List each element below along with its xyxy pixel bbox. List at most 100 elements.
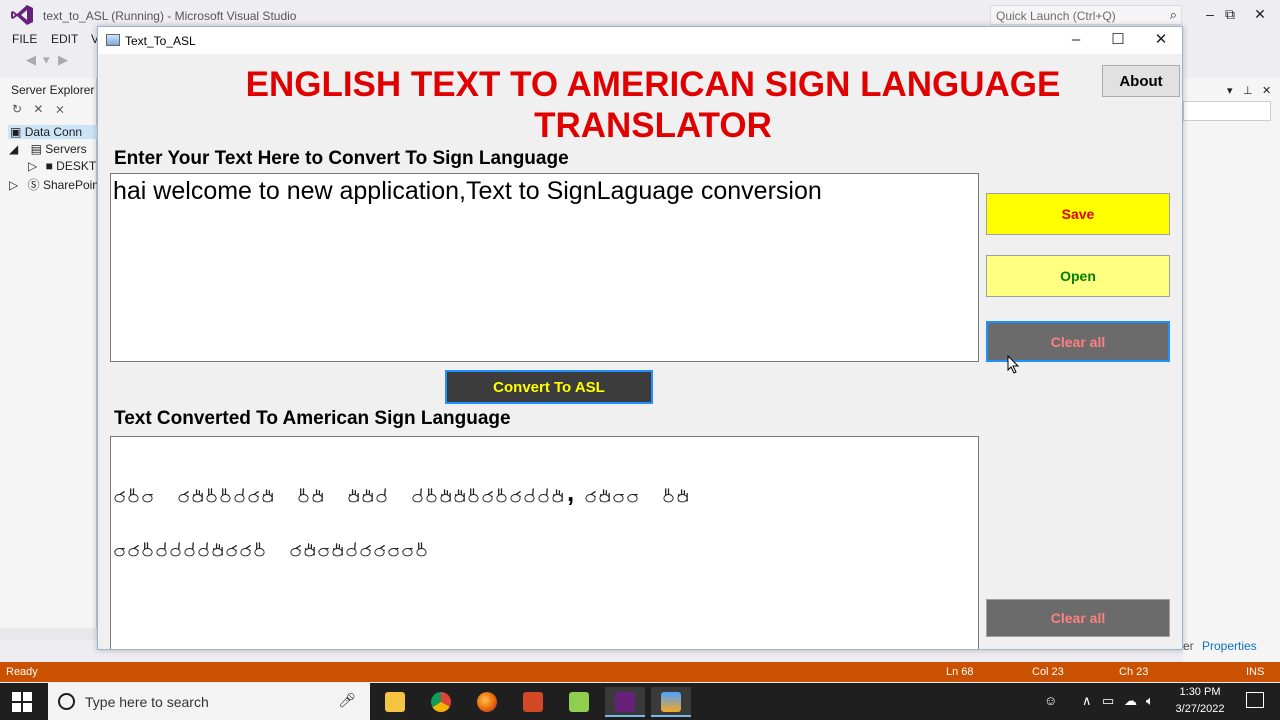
asl-word: [662, 486, 690, 503]
notification-center-icon[interactable]: [1246, 692, 1264, 708]
asl-hand-sign-icon: [454, 489, 465, 503]
asl-output-line: ,: [113, 453, 976, 507]
asl-word: [177, 486, 275, 503]
tree-item-desktop[interactable]: ▷ ■ DESKT: [28, 159, 96, 173]
app-minimize-button[interactable]: –: [1054, 27, 1098, 54]
asl-hand-sign-icon: [402, 547, 413, 557]
asl-word: [411, 486, 565, 503]
clock-date[interactable]: 3/27/2022: [1170, 703, 1230, 715]
back-icon[interactable]: ◀: [26, 52, 36, 68]
microphone-icon[interactable]: 🎤︎: [338, 692, 356, 709]
asl-hand-sign-icon: [374, 545, 385, 557]
battery-icon[interactable]: ▭: [1102, 693, 1114, 709]
app-heading: ENGLISH TEXT TO AMERICAN SIGN LANGUAGE T…: [245, 65, 1061, 145]
asl-hand-sign-icon: [128, 545, 139, 557]
delete-icon[interactable]: ✕: [33, 102, 43, 116]
server-explorer-panel: Server Explorer ↻ ✕ ⨯ ▣ Data Conn ◢ ▤ Se…: [0, 78, 99, 640]
asl-hand-sign-icon: [318, 547, 329, 557]
asl-word: [113, 486, 155, 503]
asl-hand-sign-icon: [346, 542, 357, 557]
asl-hand-sign-icon: [114, 491, 125, 503]
asl-hand-sign-icon: [234, 488, 245, 503]
asl-hand-sign-icon: [362, 489, 373, 503]
horizontal-scrollbar[interactable]: [0, 628, 97, 640]
asl-hand-sign-icon: [677, 489, 689, 503]
vs-close-button[interactable]: ✕: [1240, 4, 1280, 26]
convert-to-asl-button[interactable]: Convert To ASL: [445, 370, 653, 404]
tab-properties[interactable]: Properties: [1202, 639, 1257, 653]
forward-icon[interactable]: ▶: [58, 52, 68, 68]
taskbar-search-box[interactable]: Type here to search 🎤︎: [48, 683, 370, 720]
pin-icon[interactable]: ⊥: [1243, 84, 1253, 97]
asl-hand-sign-icon: [192, 489, 203, 503]
menu-file[interactable]: FILE: [12, 32, 37, 46]
refresh-icon[interactable]: ↻: [12, 102, 22, 116]
asl-hand-sign-icon: [298, 488, 309, 503]
connect-icon[interactable]: ⨯: [55, 102, 65, 116]
asl-hand-sign-icon: [290, 545, 301, 557]
status-line: Ln 68: [946, 666, 974, 678]
asl-hand-sign-icon: [240, 545, 251, 557]
asl-hand-sign-icon: [468, 488, 479, 503]
close-icon[interactable]: ✕: [1262, 84, 1271, 97]
asl-hand-sign-icon: [496, 488, 507, 503]
english-text-input[interactable]: hai welcome to new application,Text to S…: [110, 173, 979, 362]
asl-hand-sign-icon: [416, 542, 427, 557]
asl-word: [113, 540, 267, 557]
asl-hand-sign-icon: [226, 545, 237, 557]
text-to-asl-taskbar-icon[interactable]: [651, 687, 691, 717]
asl-output-line: [113, 507, 976, 557]
expanded-icon[interactable]: ◢: [9, 142, 18, 156]
asl-hand-sign-icon: [198, 542, 209, 557]
visual-studio-logo-icon: [11, 5, 33, 25]
asl-comma: ,: [567, 477, 575, 507]
properties-object-dropdown[interactable]: [1183, 101, 1271, 121]
collapsed-icon[interactable]: ▷: [9, 178, 18, 192]
people-icon[interactable]: ☺: [1044, 693, 1057, 708]
asl-hand-sign-icon: [388, 547, 399, 557]
open-button[interactable]: Open: [986, 255, 1170, 297]
asl-hand-sign-icon: [178, 491, 189, 503]
file-explorer-icon[interactable]: [375, 687, 415, 717]
clock-time[interactable]: 1:30 PM: [1170, 686, 1230, 698]
tree-item-data-connections[interactable]: ▣ Data Conn: [8, 125, 97, 139]
vs-bottom-tabs: er Properties: [1183, 638, 1280, 660]
tree-item-sharepoint[interactable]: ▷ Ⓢ SharePoin: [9, 176, 99, 193]
app-maximize-button[interactable]: ☐: [1096, 27, 1140, 54]
firefox-icon[interactable]: [467, 687, 507, 717]
dropdown-icon[interactable]: ▾: [43, 52, 50, 68]
asl-hand-sign-icon: [663, 488, 674, 503]
asl-hand-sign-icon: [206, 488, 217, 503]
tab-team-explorer[interactable]: er: [1183, 639, 1194, 653]
asl-hand-sign-icon: [524, 488, 535, 503]
cloud-icon[interactable]: ☁: [1124, 693, 1137, 709]
asl-word: [289, 540, 429, 557]
collapsed-icon[interactable]: ▷: [28, 159, 37, 173]
asl-word: [297, 486, 325, 503]
save-button[interactable]: Save: [986, 193, 1170, 235]
powerpoint-icon[interactable]: [513, 687, 553, 717]
asl-hand-sign-icon: [510, 491, 521, 503]
asl-hand-sign-icon: [142, 493, 153, 503]
notepad-plus-icon[interactable]: [559, 687, 599, 717]
asl-hand-sign-icon: [412, 488, 423, 503]
asl-hand-sign-icon: [312, 489, 323, 503]
server-explorer-title: Server Explorer: [11, 83, 95, 97]
menu-edit[interactable]: EDIT: [51, 32, 78, 46]
show-hidden-icons-icon[interactable]: ∧: [1082, 693, 1092, 709]
taskbar-search-placeholder: Type here to search: [85, 694, 209, 710]
asl-hand-sign-icon: [114, 547, 125, 557]
about-button[interactable]: About: [1102, 65, 1180, 97]
volume-icon[interactable]: 🔈︎: [1146, 693, 1154, 709]
clear-output-button[interactable]: Clear all: [986, 599, 1170, 637]
chrome-icon[interactable]: [421, 687, 461, 717]
asl-hand-sign-icon: [262, 489, 273, 503]
asl-hand-sign-icon: [332, 543, 343, 557]
windows-start-icon[interactable]: [12, 692, 32, 712]
tree-item-servers[interactable]: ◢ ▤ Servers: [9, 142, 87, 156]
quick-launch-input[interactable]: Quick Launch (Ctrl+Q) ⌕: [990, 5, 1182, 25]
visual-studio-taskbar-icon[interactable]: [605, 687, 645, 717]
dropdown-icon[interactable]: ▾: [1227, 84, 1233, 97]
asl-hand-sign-icon: [184, 542, 195, 557]
app-close-button[interactable]: ✕: [1139, 27, 1182, 54]
